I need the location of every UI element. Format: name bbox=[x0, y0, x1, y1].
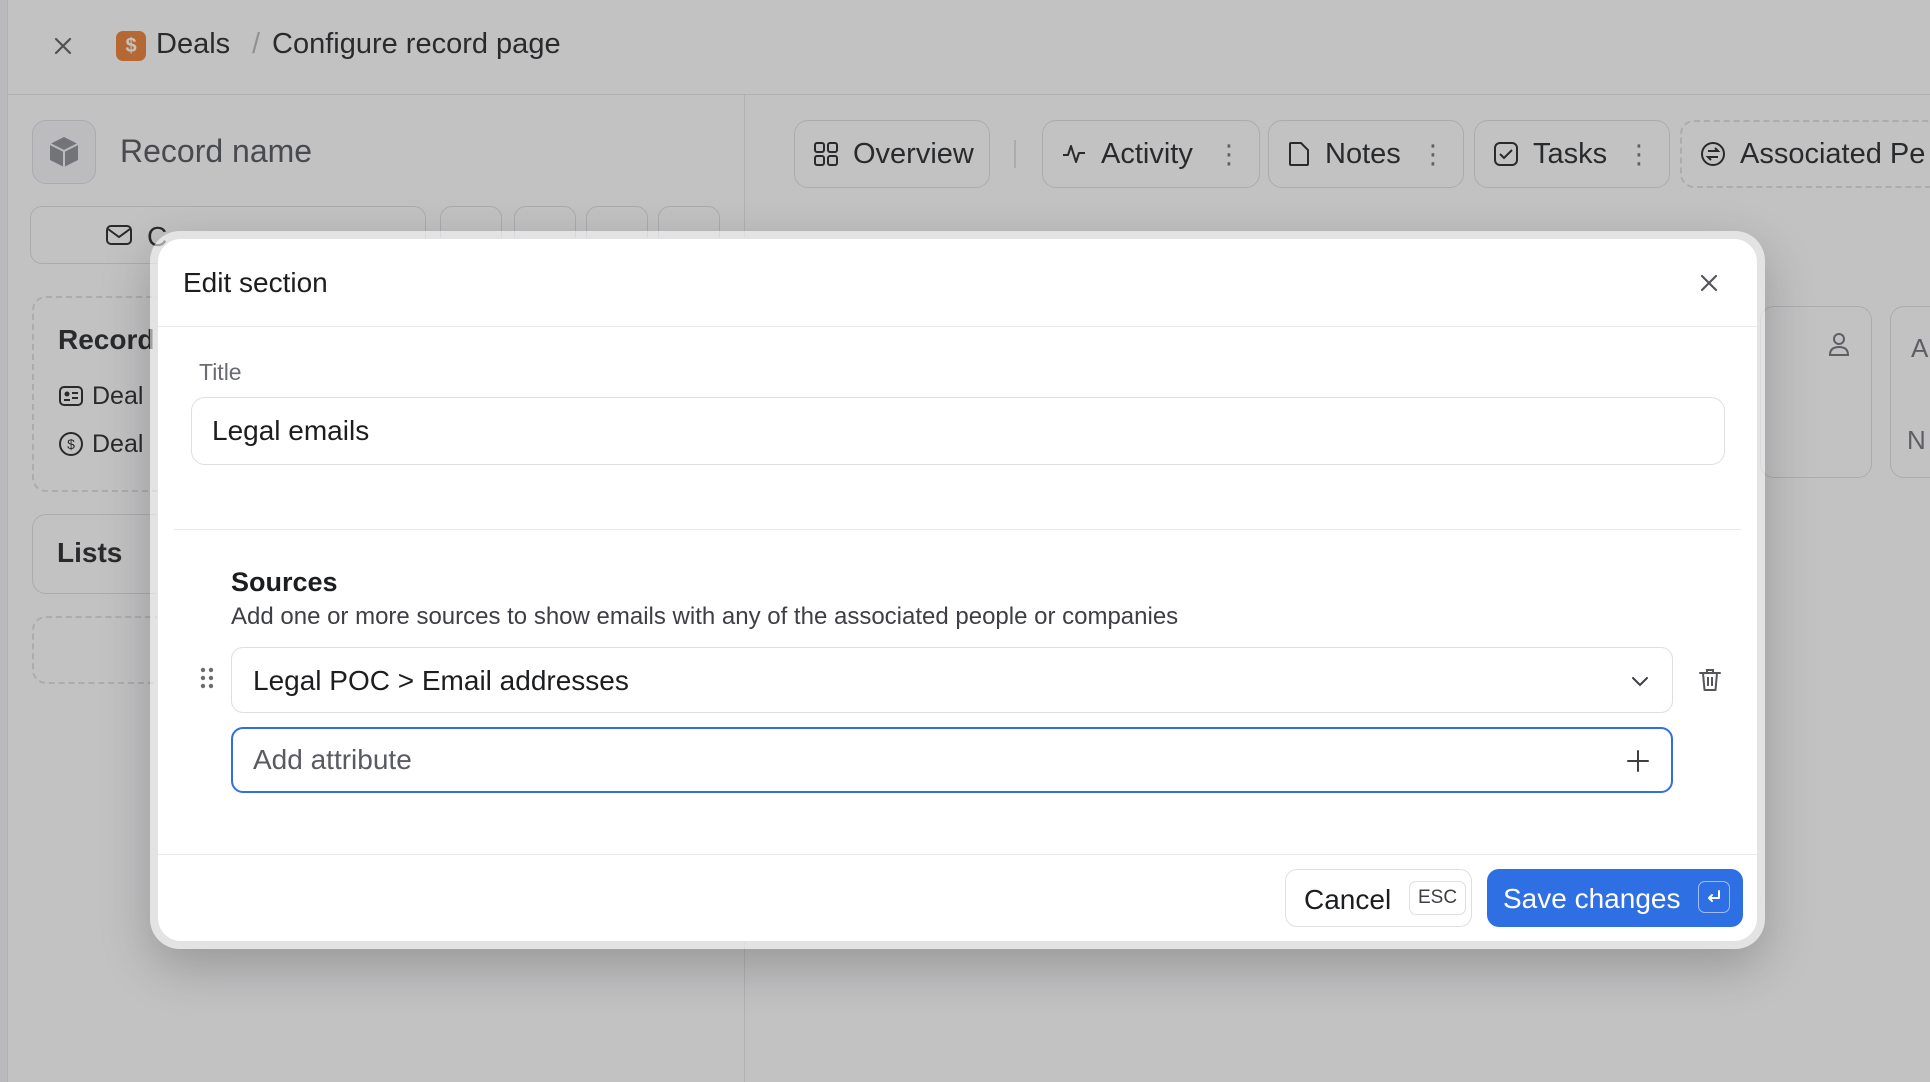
cancel-button[interactable]: Cancel ESC bbox=[1285, 869, 1472, 927]
title-input[interactable] bbox=[191, 397, 1725, 465]
dialog-title: Edit section bbox=[183, 267, 328, 298]
add-attribute-placeholder: Add attribute bbox=[253, 744, 412, 775]
esc-shortcut-badge: ESC bbox=[1409, 881, 1467, 915]
plus-icon[interactable] bbox=[1625, 748, 1651, 774]
enter-key-icon bbox=[1698, 881, 1730, 913]
sources-heading: Sources bbox=[231, 567, 338, 597]
add-attribute-input[interactable]: Add attribute bbox=[231, 727, 1673, 793]
edit-section-dialog: Edit section Title Sources Add one or mo… bbox=[157, 238, 1758, 942]
close-icon[interactable] bbox=[1695, 269, 1723, 297]
source-select[interactable]: Legal POC > Email addresses bbox=[231, 647, 1673, 713]
title-field-label: Title bbox=[199, 359, 242, 385]
dialog-footer: Cancel ESC Save changes bbox=[158, 854, 1757, 941]
cancel-button-label: Cancel bbox=[1304, 884, 1392, 915]
source-select-value: Legal POC > Email addresses bbox=[253, 665, 629, 696]
save-changes-button[interactable]: Save changes bbox=[1487, 869, 1743, 927]
save-button-label: Save changes bbox=[1503, 883, 1681, 914]
drag-handle-icon[interactable] bbox=[196, 664, 218, 692]
section-divider bbox=[174, 529, 1741, 530]
trash-icon[interactable] bbox=[1695, 665, 1725, 695]
chevron-down-icon bbox=[1632, 677, 1648, 687]
dialog-header: Edit section bbox=[158, 239, 1757, 327]
sources-description: Add one or more sources to show emails w… bbox=[231, 603, 1179, 630]
